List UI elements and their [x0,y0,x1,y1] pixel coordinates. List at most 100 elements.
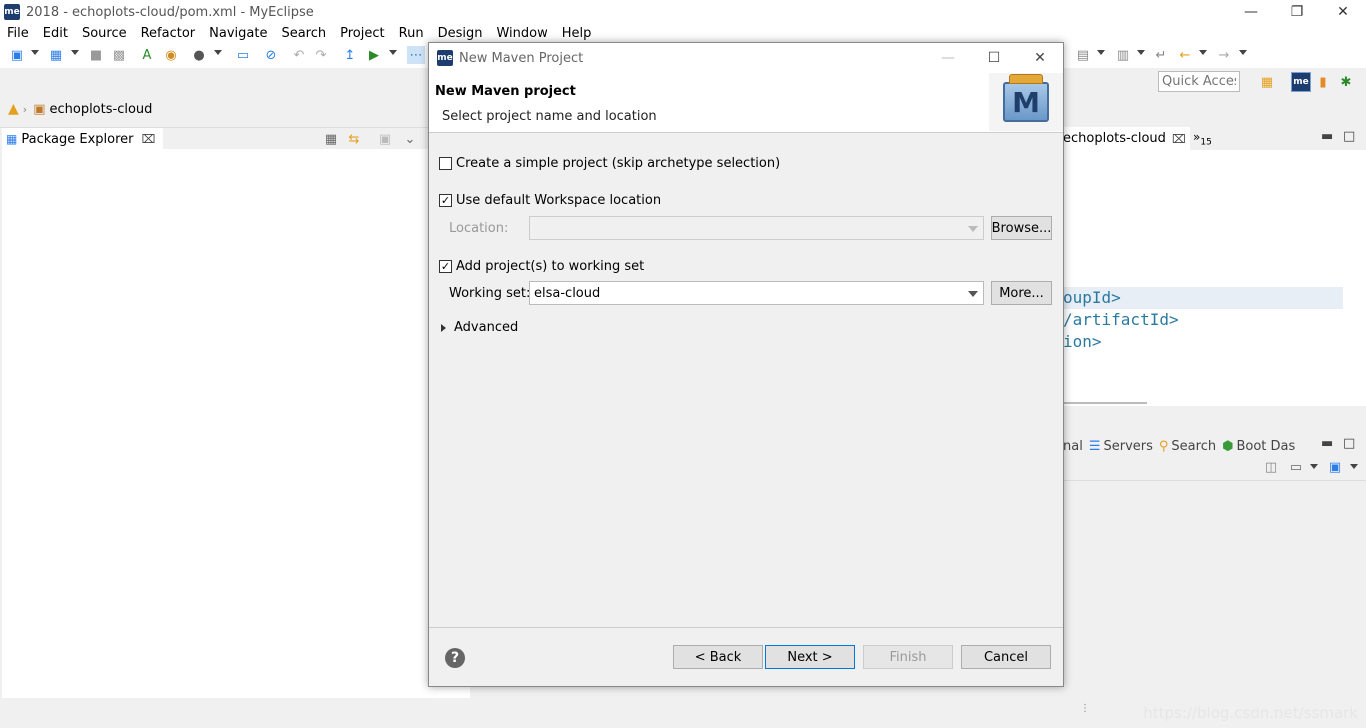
display-icon[interactable]: ▭ [1287,458,1305,476]
close-tab-icon[interactable]: ⌧ [142,132,156,146]
working-set-option[interactable]: ✓ Add project(s) to working set [439,259,644,274]
bottom-panel-tabbar: nal ☰ Servers ⚲ Search ⬢ Boot Das ▬ □ [1063,434,1366,458]
tab-boot-dashboard[interactable]: Boot Das [1236,439,1295,454]
new-console-dropdown-icon[interactable] [1350,464,1358,469]
minimize-view-icon[interactable]: ▬ [1321,436,1333,451]
simple-project-option[interactable]: Create a simple project (skip archetype … [439,156,780,171]
tab-pom-editor[interactable]: echoplots-cloud ⌧ [1063,127,1190,150]
finish-button[interactable]: Finish [863,645,953,669]
forward-dropdown-icon[interactable] [1239,50,1247,55]
cancel-button[interactable]: Cancel [961,645,1051,669]
wizard-subtitle: Select project name and location [442,109,657,124]
display-dropdown-icon[interactable] [1310,464,1318,469]
minimize-icon[interactable]: — [1228,0,1274,24]
new-dropdown-icon[interactable] [31,50,39,55]
back-button[interactable]: < Back [673,645,763,669]
menu-design[interactable]: Design [431,26,490,41]
maximize-icon[interactable]: ☐ [971,43,1017,73]
menu-help[interactable]: Help [555,26,599,41]
web-browser-icon[interactable]: ◉ [162,46,180,64]
editor-tab-label: echoplots-cloud [1063,131,1166,146]
tab-overflow-icon[interactable]: »15 [1193,130,1212,147]
new-console-icon[interactable]: ▣ [1326,458,1344,476]
link-editor-icon[interactable]: ⇆ [345,130,363,148]
back-icon[interactable]: ← [1176,46,1194,64]
breadcrumb-project[interactable]: echoplots-cloud [49,102,152,117]
working-set-combo[interactable]: elsa-cloud [529,281,984,305]
horizontal-scrollbar[interactable] [1063,402,1147,404]
profile-icon[interactable]: ● [190,46,208,64]
new-server-icon[interactable]: ▦ [47,46,65,64]
debug-perspective-icon[interactable]: ✱ [1337,73,1355,91]
skip-breakpoints-icon[interactable]: ⊘ [262,46,280,64]
maximize-view-icon[interactable]: □ [1343,129,1355,144]
wizard-footer: ? < Back Next > Finish Cancel [429,627,1063,686]
pin-icon[interactable]: ◫ [1262,458,1280,476]
maximize-view-icon[interactable]: □ [1343,436,1355,451]
working-set-checkbox[interactable]: ✓ [439,260,452,273]
deploy-icon[interactable]: ↥ [341,46,359,64]
menu-run[interactable]: Run [392,26,431,41]
java-perspective-icon[interactable]: ▮ [1314,73,1332,91]
quick-access-input[interactable] [1158,71,1240,92]
advanced-expander[interactable]: Advanced [441,320,518,335]
run-server-icon[interactable]: ▶ [365,46,383,64]
close-icon[interactable]: ✕ [1017,43,1063,73]
menu-project[interactable]: Project [333,26,391,41]
menu-search[interactable]: Search [274,26,333,41]
folder-icon[interactable]: ▲ [8,101,19,117]
save-all-icon[interactable]: ▩ [110,46,128,64]
new-server-dropdown-icon[interactable] [71,50,79,55]
last-edit-icon[interactable]: ↵ [1152,46,1170,64]
menu-navigate[interactable]: Navigate [202,26,274,41]
menu-window[interactable]: Window [489,26,554,41]
menu-source[interactable]: Source [75,26,134,41]
drag-handle-icon[interactable]: ⋮ [1080,704,1090,714]
view-menu-icon[interactable]: ⌄ [401,130,419,148]
package-explorer-tabbar: ▦ Package Explorer ⌧ ▦ ⇆ ▣ ⌄ [0,127,430,150]
open-perspective-icon[interactable]: ▦ [1258,73,1276,91]
dialog-title: New Maven Project [459,50,584,66]
menu-refactor[interactable]: Refactor [134,26,203,41]
spelling-icon[interactable]: A [138,46,156,64]
restore-icon[interactable]: ❐ [1274,0,1320,24]
next-annotation-icon[interactable]: ▤ [1074,46,1092,64]
tab-package-explorer[interactable]: ▦ Package Explorer ⌧ [2,128,164,150]
default-location-checkbox[interactable]: ✓ [439,194,452,207]
tab-terminal[interactable]: nal [1063,439,1083,454]
minimize-view-icon[interactable]: ▬ [1321,129,1333,144]
bottom-panel-body[interactable] [1063,480,1366,698]
tab-search[interactable]: Search [1171,439,1216,454]
prev-annotation-dropdown-icon[interactable] [1137,50,1145,55]
monitor-icon[interactable]: ▭ [234,46,252,64]
run-server-dropdown-icon[interactable] [389,50,397,55]
editor-tabbar: echoplots-cloud ⌧ »15 ▬ □ [1063,127,1366,150]
default-location-option[interactable]: ✓ Use default Workspace location [439,193,661,208]
collapse-all-icon[interactable]: ▦ [322,130,340,148]
browse-button[interactable]: Browse... [991,216,1052,240]
profile-dropdown-icon[interactable] [214,50,222,55]
menu-file[interactable]: File [0,26,36,41]
toggle-mark-icon[interactable]: ⋯ [407,46,425,64]
new-icon[interactable]: ▣ [8,46,26,64]
minimize-icon[interactable]: — [925,43,971,73]
myeclipse-perspective-icon[interactable]: me [1291,72,1311,92]
next-button[interactable]: Next > [765,645,855,669]
close-tab-icon[interactable]: ⌧ [1172,132,1186,146]
focus-icon[interactable]: ▣ [376,130,394,148]
menu-edit[interactable]: Edit [36,26,75,41]
help-icon[interactable]: ? [445,648,465,668]
prev-annotation-icon[interactable]: ▥ [1114,46,1132,64]
next-annotation-dropdown-icon[interactable] [1097,50,1105,55]
undo-icon[interactable]: ↶ [290,46,308,64]
close-icon[interactable]: ✕ [1320,0,1366,24]
tab-servers[interactable]: Servers [1103,439,1152,454]
package-explorer-body[interactable] [2,149,470,698]
back-dropdown-icon[interactable] [1199,50,1207,55]
more-button[interactable]: More... [991,281,1052,305]
editor-body[interactable]: oupId> /artifactId> ion> [1063,150,1366,406]
redo-icon[interactable]: ↷ [312,46,330,64]
forward-icon[interactable]: → [1215,46,1233,64]
save-icon[interactable]: ■ [87,46,105,64]
simple-project-checkbox[interactable] [439,157,452,170]
